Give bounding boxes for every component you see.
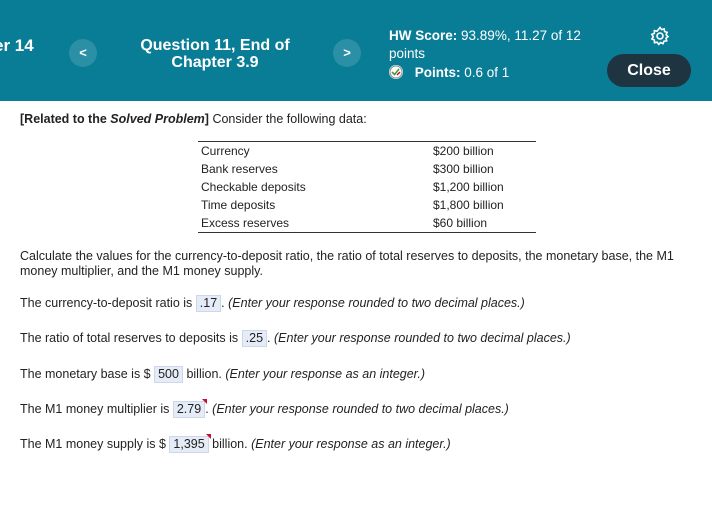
answer-field-reserve-ratio[interactable]: .25 xyxy=(241,330,268,347)
question-text: Calculate the values for the currency-to… xyxy=(20,249,674,278)
answer-suffix: . xyxy=(267,331,271,345)
intro-text: Consider the following data: xyxy=(212,112,367,126)
hw-score: HW Score: 93.89%, 11.27 of 12 points xyxy=(389,27,589,63)
problem-intro: [Related to the Solved Problem] Consider… xyxy=(20,112,367,126)
hw-score-label: HW Score: xyxy=(389,28,458,43)
answer-prefix: The M1 money supply is $ xyxy=(20,437,166,451)
answer-instruction: (Enter your response as an integer.) xyxy=(225,367,426,381)
chapter-label: er 14 xyxy=(0,36,34,55)
row-value: $1,800 billion xyxy=(433,198,504,212)
partial-credit-icon xyxy=(389,65,403,79)
answer-suffix: . xyxy=(221,296,225,310)
table-row: Excess reserves $60 billion xyxy=(198,214,536,233)
points-value: 0.6 of 1 xyxy=(464,65,510,80)
row-label: Excess reserves xyxy=(198,214,430,233)
answer-instruction: (Enter your response rounded to two deci… xyxy=(212,402,509,416)
question-title: Question 11, End of Chapter 3.9 xyxy=(140,37,290,71)
row-label: Currency xyxy=(198,141,430,160)
answer-line-money-multiplier: The M1 money multiplier is 2.79. (Enter … xyxy=(20,399,509,418)
gear-icon[interactable] xyxy=(650,26,670,46)
points-label: Points: xyxy=(414,65,461,80)
row-value: $1,200 billion xyxy=(433,180,504,194)
previous-question-button[interactable]: < xyxy=(69,39,97,67)
answer-suffix: billion. xyxy=(186,367,222,381)
data-table: Currency $200 billion Bank reserves $300… xyxy=(198,141,536,233)
row-value: $60 billion xyxy=(430,214,536,233)
answer-instruction: (Enter your response as an integer.) xyxy=(251,437,451,451)
table-row: Time deposits $1,800 billion xyxy=(198,196,536,214)
table-row: Currency $200 billion xyxy=(198,141,536,160)
close-button[interactable]: Close xyxy=(607,54,691,87)
solved-problem-link: Solved Problem xyxy=(110,112,205,126)
row-label: Checkable deposits xyxy=(201,180,306,194)
answer-suffix: billion. xyxy=(212,437,248,451)
intro-bold-end: ] xyxy=(204,112,209,126)
answer-suffix: . xyxy=(205,402,209,416)
row-label: Bank reserves xyxy=(201,162,278,176)
answer-field-currency-ratio[interactable]: .17 xyxy=(195,295,222,312)
answer-field-money-supply[interactable]: 1,395 xyxy=(169,434,211,453)
answer-line-currency-ratio: The currency-to-deposit ratio is .17. (E… xyxy=(20,295,525,312)
answer-instruction: (Enter your response rounded to two deci… xyxy=(228,296,525,310)
points-row: Points: 0.6 of 1 xyxy=(389,64,589,82)
assignment-header: er 14 < Question 11, End of Chapter 3.9 … xyxy=(0,0,712,101)
answer-prefix: The currency-to-deposit ratio is xyxy=(20,296,193,310)
answer-field-monetary-base[interactable]: 500 xyxy=(154,366,183,383)
answer-line-money-supply: The M1 money supply is $ 1,395 billion. … xyxy=(20,434,451,453)
row-value: $200 billion xyxy=(430,141,536,160)
answer-prefix: The monetary base is $ xyxy=(20,367,151,381)
answer-line-monetary-base: The monetary base is $ 500 billion. (Ent… xyxy=(20,366,425,383)
table-row: Bank reserves $300 billion xyxy=(198,160,536,178)
answer-line-reserve-ratio: The ratio of total reserves to deposits … xyxy=(20,330,571,347)
row-label: Time deposits xyxy=(201,198,276,212)
answer-instruction: (Enter your response rounded to two deci… xyxy=(274,331,571,345)
score-panel: HW Score: 93.89%, 11.27 of 12 points Poi… xyxy=(389,27,589,82)
next-question-button[interactable]: > xyxy=(333,39,361,67)
row-value: $300 billion xyxy=(433,162,494,176)
answer-prefix: The ratio of total reserves to deposits … xyxy=(20,331,239,345)
answer-field-money-multiplier[interactable]: 2.79 xyxy=(172,399,208,418)
answer-prefix: The M1 money multiplier is xyxy=(20,402,170,416)
table-row: Checkable deposits $1,200 billion xyxy=(198,178,536,196)
intro-bold: [Related to the xyxy=(20,112,107,126)
